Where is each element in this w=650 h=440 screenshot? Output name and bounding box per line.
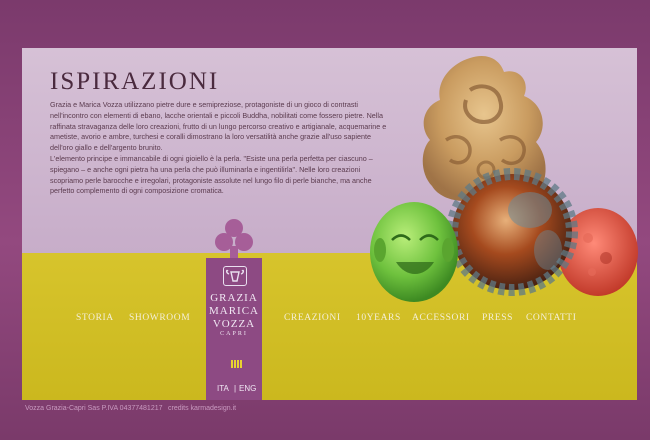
ram-head-logo-icon: [223, 266, 247, 286]
nav-contatti[interactable]: CONTATTI: [526, 313, 576, 323]
paragraph-1: Grazia e Marica Vozza utilizzano pietre …: [50, 100, 387, 153]
logo-line-marica: MARICA: [208, 305, 259, 317]
nav-storia[interactable]: STORIA: [76, 313, 114, 323]
nav-creazioni[interactable]: CREAZIONI: [284, 313, 341, 323]
vertical-bars-icon: [231, 355, 243, 373]
lang-eng-link[interactable]: ENG: [239, 384, 256, 393]
nav-10years[interactable]: 10YEARS: [356, 313, 401, 323]
footer-credits-link[interactable]: credits karmadesign.it: [168, 405, 236, 412]
content-panel: ISPIRAZIONI Grazia e Marica Vozza utiliz…: [22, 48, 637, 400]
lang-ita-link[interactable]: ITA: [217, 384, 229, 393]
nav-showroom[interactable]: SHOWROOM: [129, 313, 190, 323]
nav-accessori[interactable]: ACCESSORI: [412, 313, 470, 323]
lang-separator: |: [234, 384, 237, 393]
paragraph-2: L'elemento principe e immancabile di ogn…: [50, 153, 373, 196]
brand-logo[interactable]: GRAZIA MARICA VOZZA CAPRI: [206, 258, 262, 400]
footer-company-info: Vozza Grazia-Capri Sas P.IVA 04377481217: [25, 405, 163, 412]
nav-press[interactable]: PRESS: [482, 313, 513, 323]
page-body-text: Grazia e Marica Vozza utilizzano pietre …: [50, 100, 390, 197]
logo-line-capri: CAPRI: [220, 331, 248, 337]
page-title: ISPIRAZIONI: [50, 68, 220, 95]
logo-line-vozza: VOZZA: [212, 318, 256, 330]
logo-line-grazia: GRAZIA: [210, 292, 258, 304]
panel-bottom-band: [22, 253, 637, 400]
